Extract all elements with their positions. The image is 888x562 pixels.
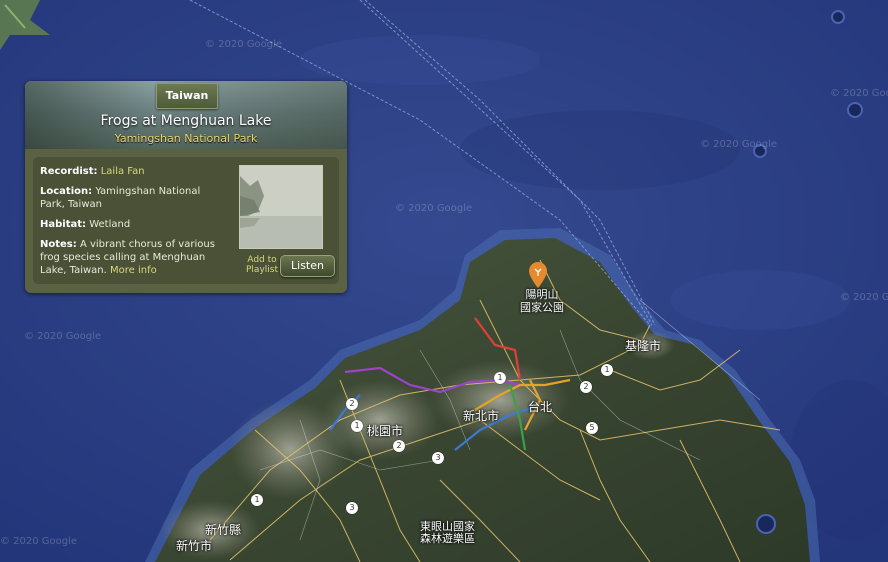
label-keelung: 基隆市: [625, 339, 662, 353]
recording-title: Frogs at Menghuan Lake: [100, 113, 272, 129]
route-shield: 5: [586, 422, 598, 434]
route-shield: 2: [393, 440, 405, 452]
label-hsinchu-city: 新竹市: [176, 539, 213, 553]
route-shield: 2: [580, 381, 592, 393]
label-taoyuan: 桃園市: [367, 424, 404, 438]
habitat-field: Habitat: Wetland: [40, 218, 228, 231]
label-new-taipei: 新北市: [463, 409, 500, 423]
recordist-label: Recordist:: [40, 166, 98, 177]
route-shield: 1: [494, 372, 506, 384]
recording-subtitle: Yamingshan National Park: [114, 132, 258, 145]
region-tag[interactable]: Taiwan: [156, 83, 218, 109]
location-label: Location:: [40, 186, 93, 197]
route-shield: 3: [432, 452, 444, 464]
recordist-field: Recordist: Laila Fan: [40, 165, 228, 178]
location-field: Location: Yamingshan National Park, Taiw…: [40, 185, 228, 211]
habitat-value: Wetland: [89, 219, 131, 230]
map-watermark: © 2020 Google: [700, 139, 778, 150]
map-watermark: © 2020 Google: [830, 88, 888, 99]
listen-button[interactable]: Listen: [280, 255, 335, 277]
label-hsinchu-county: 新竹縣: [205, 523, 242, 537]
route-shield: 1: [351, 420, 363, 432]
notes-field: Notes: A vibrant chorus of various frog …: [40, 238, 228, 277]
route-shield: 1: [251, 494, 263, 506]
map-watermark: © 2020 Google: [840, 292, 888, 303]
card-header-image: Taiwan Frogs at Menghuan Lake Yamingshan…: [25, 81, 347, 149]
label-taipei: 台北: [528, 400, 553, 414]
route-shield: 2: [346, 398, 358, 410]
card-details: Recordist: Laila Fan Location: Yamingsha…: [33, 157, 339, 284]
add-to-playlist-link[interactable]: Add to Playlist: [246, 255, 278, 275]
label-yangmingshan: 陽明山 國家公園: [520, 288, 564, 314]
route-shield: 3: [346, 502, 358, 514]
map-watermark: © 2020 Google: [0, 536, 78, 547]
label-dongyanshan: 東眼山國家 森林遊樂區: [420, 520, 475, 545]
map-watermark: © 2020 Google: [395, 203, 473, 214]
route-shield: 1: [601, 364, 613, 376]
recording-info-card: Taiwan Frogs at Menghuan Lake Yamingshan…: [25, 81, 347, 293]
recordist-link[interactable]: Laila Fan: [101, 166, 145, 177]
map-watermark: © 2020 Google: [205, 39, 283, 50]
map-pin-icon[interactable]: [529, 262, 547, 288]
habitat-label: Habitat:: [40, 219, 87, 230]
map-watermark: © 2020 Google: [24, 331, 102, 342]
notes-label: Notes:: [40, 239, 77, 250]
recording-thumbnail[interactable]: [239, 165, 323, 249]
more-info-link[interactable]: More info: [110, 265, 157, 276]
